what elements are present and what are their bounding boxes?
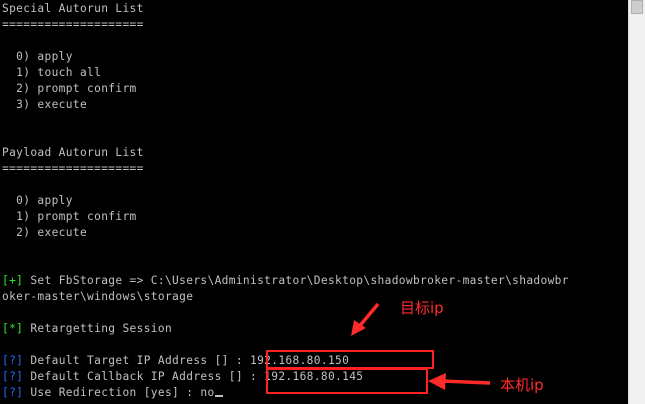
target-arrow-icon [351,302,380,336]
console-line-text: oker-master\windows\storage [2,290,194,303]
console-line: 1) touch all [2,65,101,81]
console-line-text: 0) apply [2,194,73,207]
console-line: ==================== [2,17,144,33]
console-line: 0) apply [2,49,73,65]
console-line-text: 2) prompt confirm [2,82,137,95]
console-line-text: Retargetting Session [23,322,173,335]
console-line: ==================== [2,161,144,177]
console-line: Special Autorun List [2,1,144,17]
text-cursor [214,395,223,397]
console-line-text: ==================== [2,18,144,31]
scrollbar-thumb[interactable] [631,0,643,14]
console-line: [*] Retargetting Session [2,321,172,337]
console-line-text: 1) touch all [2,66,102,79]
console-line: Payload Autorun List [2,145,144,161]
console-prompt-tag: [+] [2,274,24,287]
target-ip-highlight-box [266,350,434,369]
console-line: 3) execute [2,97,87,113]
console-line-text: Payload Autorun List [2,146,144,159]
console-line-text: Special Autorun List [2,2,144,15]
console-prompt-tag: [?] [2,386,24,399]
console-line-text: ==================== [2,162,144,175]
target-ip-annotation-label: 目标ip [400,299,444,317]
console-prompt-tag: [?] [2,370,24,383]
console-prompt-tag: [?] [2,354,24,367]
console-prompt-tag: [*] [2,322,24,335]
console-line: 2) execute [2,225,87,241]
console-line: 1) prompt confirm [2,209,137,225]
vertical-scrollbar[interactable] [628,0,645,404]
console-line-text: 1) prompt confirm [2,210,137,223]
console-line: [+] Set FbStorage => C:\Users\Administra… [2,273,569,289]
console-line-text: 0) apply [2,50,73,63]
console-window[interactable]: Special Autorun List ====================… [0,0,628,404]
console-line-text: 2) execute [2,226,88,239]
callback-ip-highlight-box [266,368,428,394]
callback-arrow-icon [428,373,491,390]
local-ip-annotation-label: 本机ip [500,376,544,394]
console-line: [?] Use Redirection [yes] : no [2,385,223,401]
console-line-text: 3) execute [2,98,88,111]
console-line-text: Use Redirection [yes] : no [23,386,215,399]
console-line: 2) prompt confirm [2,81,137,97]
console-line: oker-master\windows\storage [2,289,193,305]
console-line-text: Set FbStorage => C:\Users\Administrator\… [23,274,569,287]
console-line: 0) apply [2,193,73,209]
